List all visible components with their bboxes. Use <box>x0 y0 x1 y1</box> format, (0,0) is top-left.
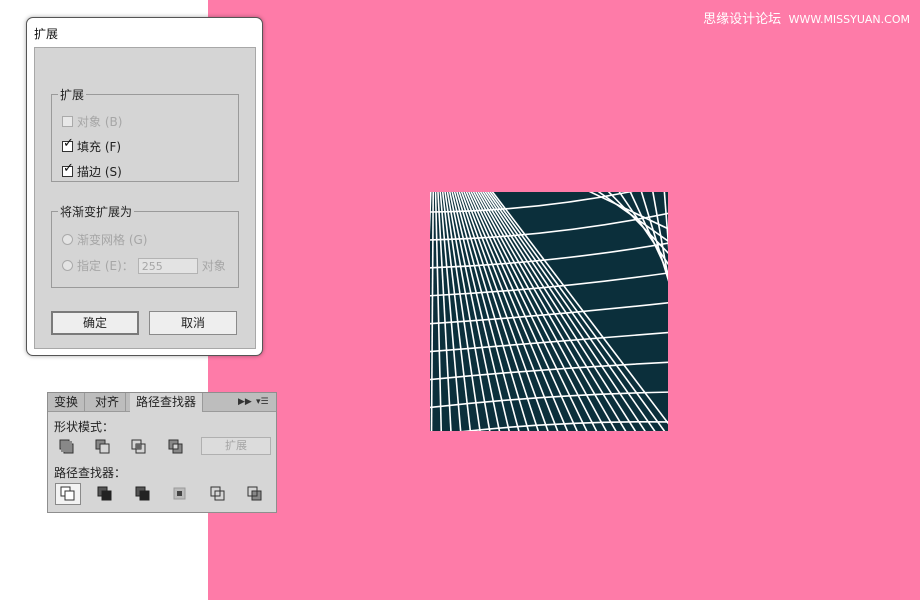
panel-tab-bar: 变换 对齐 路径查找器 ▶▶ ▾☰ <box>48 393 276 412</box>
artwork-stroke <box>434 192 443 431</box>
watermark-url: WWW.MISSYUAN.COM <box>788 13 910 26</box>
collapse-panel-icon[interactable]: ▶▶ <box>238 393 252 411</box>
shape-modes-label: 形状模式： <box>54 420 115 434</box>
minus-front-icon[interactable] <box>92 437 114 457</box>
fill-checkbox[interactable]: ✓ <box>62 137 74 152</box>
object-checkbox[interactable] <box>62 116 73 127</box>
crop-icon[interactable] <box>169 484 191 504</box>
dialog-body: 扩展 对象 (B) ✓ 填充 (F) ✓ 描边 (S) 将渐变扩展为 渐变网格 … <box>34 47 256 349</box>
expand-group-legend: 扩展 <box>60 88 85 102</box>
objects-label: 对象 <box>201 259 226 273</box>
ok-button[interactable]: 确定 <box>51 311 139 335</box>
intersect-icon[interactable] <box>128 437 150 457</box>
fill-option[interactable]: ✓ 填充 (F) <box>62 137 122 155</box>
gradient-mesh-option[interactable]: 渐变网格 (G) <box>62 231 147 248</box>
fill-label: 填充 (F) <box>77 140 122 154</box>
checkmark-icon: ✓ <box>63 161 74 176</box>
expand-button[interactable]: 扩展 <box>201 437 271 455</box>
divide-icon[interactable] <box>55 483 81 505</box>
pathfinders-label: 路径查找器： <box>54 466 127 480</box>
warped-line-artwork[interactable] <box>430 192 668 431</box>
object-label: 对象 (B) <box>77 115 123 129</box>
gradient-mesh-radio[interactable] <box>62 234 73 245</box>
expand-options-group: 扩展 对象 (B) ✓ 填充 (F) ✓ 描边 (S) <box>51 86 239 182</box>
gradient-mesh-label: 渐变网格 (G) <box>77 233 148 247</box>
expand-dialog: 扩展 扩展 对象 (B) ✓ 填充 (F) ✓ 描边 (S) 将渐变扩展为 渐变… <box>26 17 263 356</box>
tab-transform[interactable]: 变换 <box>48 393 86 411</box>
artwork-stroke <box>430 192 435 431</box>
merge-icon[interactable] <box>132 484 154 504</box>
pathfinder-panel: 变换 对齐 路径查找器 ▶▶ ▾☰ 形状模式： 扩展 路径查找器： <box>47 392 277 513</box>
watermark-site-name: 思缘设计论坛 <box>703 12 782 27</box>
specify-label: 指定 (E)： <box>77 259 134 273</box>
tab-pathfinder[interactable]: 路径查找器 <box>130 393 204 412</box>
dialog-title: 扩展 <box>34 27 59 41</box>
stroke-label: 描边 (S) <box>77 165 122 179</box>
watermark: 思缘设计论坛 WWW.MISSYUAN.COM <box>703 8 910 27</box>
cancel-button[interactable]: 取消 <box>149 311 237 335</box>
object-option[interactable]: 对象 (B) <box>62 113 122 130</box>
checkmark-icon: ✓ <box>63 136 74 151</box>
specify-objects-input[interactable]: 255 <box>137 257 198 274</box>
artwork-stroke <box>597 192 668 243</box>
panel-menu-icon[interactable]: ▾☰ <box>256 393 269 411</box>
stroke-checkbox[interactable]: ✓ <box>62 162 74 177</box>
exclude-icon[interactable] <box>165 437 187 457</box>
gradient-group-legend: 将渐变扩展为 <box>60 205 133 219</box>
stroke-option[interactable]: ✓ 描边 (S) <box>62 162 122 180</box>
specify-radio[interactable] <box>62 260 73 271</box>
trim-icon[interactable] <box>94 484 116 504</box>
specify-option[interactable]: 指定 (E)： 255 对象 <box>62 257 226 274</box>
gradient-options-group: 将渐变扩展为 渐变网格 (G) 指定 (E)： 255 对象 <box>51 203 239 288</box>
tab-align[interactable]: 对齐 <box>89 393 127 411</box>
unite-icon[interactable] <box>56 437 78 457</box>
artwork-lines <box>430 192 668 431</box>
outline-icon[interactable] <box>207 484 229 504</box>
minus-back-icon[interactable] <box>244 484 266 504</box>
